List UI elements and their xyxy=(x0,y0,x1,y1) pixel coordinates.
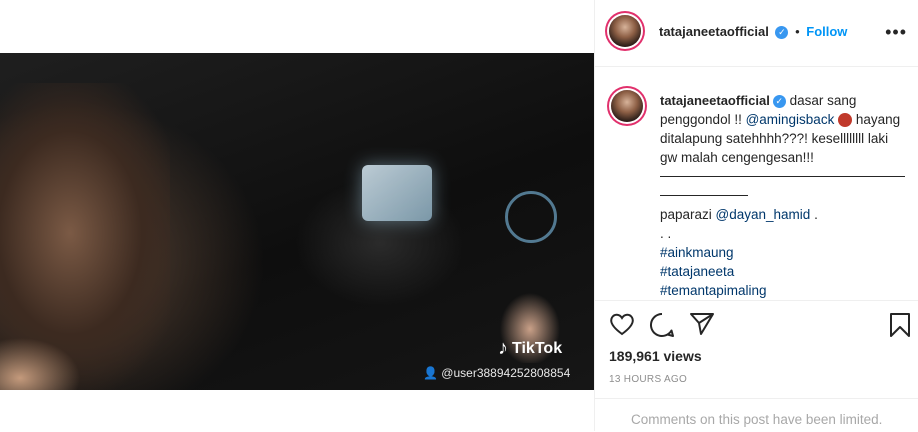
car-screen xyxy=(362,165,432,221)
post-timestamp: 13 HOURS AGO xyxy=(609,374,688,385)
caption-avatar[interactable] xyxy=(611,90,643,122)
action-bar xyxy=(595,312,918,342)
verified-badge-icon: ✓ xyxy=(772,94,786,108)
angry-emoji-icon xyxy=(838,113,853,128)
share-icon[interactable] xyxy=(689,312,715,336)
divider-line-short xyxy=(660,186,748,196)
hashtag-link[interactable]: #tatajaneeta xyxy=(660,262,905,281)
follow-button[interactable]: Follow xyxy=(806,24,847,39)
mention-link-2[interactable]: @dayan_hamid xyxy=(716,207,811,222)
comments-limited-text: Comments on this post have been limited. xyxy=(631,412,883,427)
caption-username[interactable]: tatajaneetaofficial xyxy=(660,93,770,108)
comment-icon[interactable] xyxy=(649,312,675,338)
view-count: 189,961 views xyxy=(609,348,702,364)
post-side-panel: tatajaneetaofficial ✓ • Follow ••• tataj… xyxy=(594,0,918,431)
user-icon: 👤 xyxy=(423,366,438,380)
mention-link[interactable]: @amingisback xyxy=(746,112,835,127)
post-media-area: ♪ TikTok 👤 @user38894252808854 xyxy=(0,0,594,431)
car-gauge xyxy=(505,191,557,243)
caption-dots: . . xyxy=(660,226,672,241)
verified-badge-icon: ✓ xyxy=(775,26,789,40)
hashtag-link[interactable]: #temantapimaling xyxy=(660,281,905,300)
post-header: tatajaneetaofficial ✓ • Follow ••• xyxy=(595,0,918,67)
caption-line-paparazi: paparazi @dayan_hamid . xyxy=(660,205,905,224)
separator-dot: • xyxy=(795,24,800,39)
header-username[interactable]: tatajaneetaofficial xyxy=(659,24,769,39)
caption-text-3: paparazi xyxy=(660,207,716,222)
tiktok-user-watermark: 👤 @user38894252808854 xyxy=(423,366,570,380)
video-subject-shoulder xyxy=(0,338,80,390)
more-options-icon[interactable]: ••• xyxy=(885,22,907,43)
bookmark-icon[interactable] xyxy=(889,312,911,338)
avatar[interactable] xyxy=(609,15,641,47)
caption-text-4: . xyxy=(810,207,818,222)
divider-line xyxy=(660,167,905,177)
tiktok-username: @user38894252808854 xyxy=(441,366,571,380)
caption: tatajaneetaofficial ✓ dasar sang penggond… xyxy=(660,91,905,300)
tiktok-icon: ♪ xyxy=(498,337,508,359)
header-user-line: tatajaneetaofficial ✓ • Follow xyxy=(659,24,847,40)
heart-icon[interactable] xyxy=(609,312,635,336)
comments-limited-footer: Comments on this post have been limited. xyxy=(595,398,918,432)
tiktok-brand: TikTok xyxy=(512,339,563,357)
comments-section[interactable]: tatajaneetaofficial ✓ dasar sang penggond… xyxy=(595,67,918,301)
tiktok-watermark: ♪ TikTok xyxy=(498,337,562,360)
hashtag-link[interactable]: #ainkmaung xyxy=(660,243,905,262)
